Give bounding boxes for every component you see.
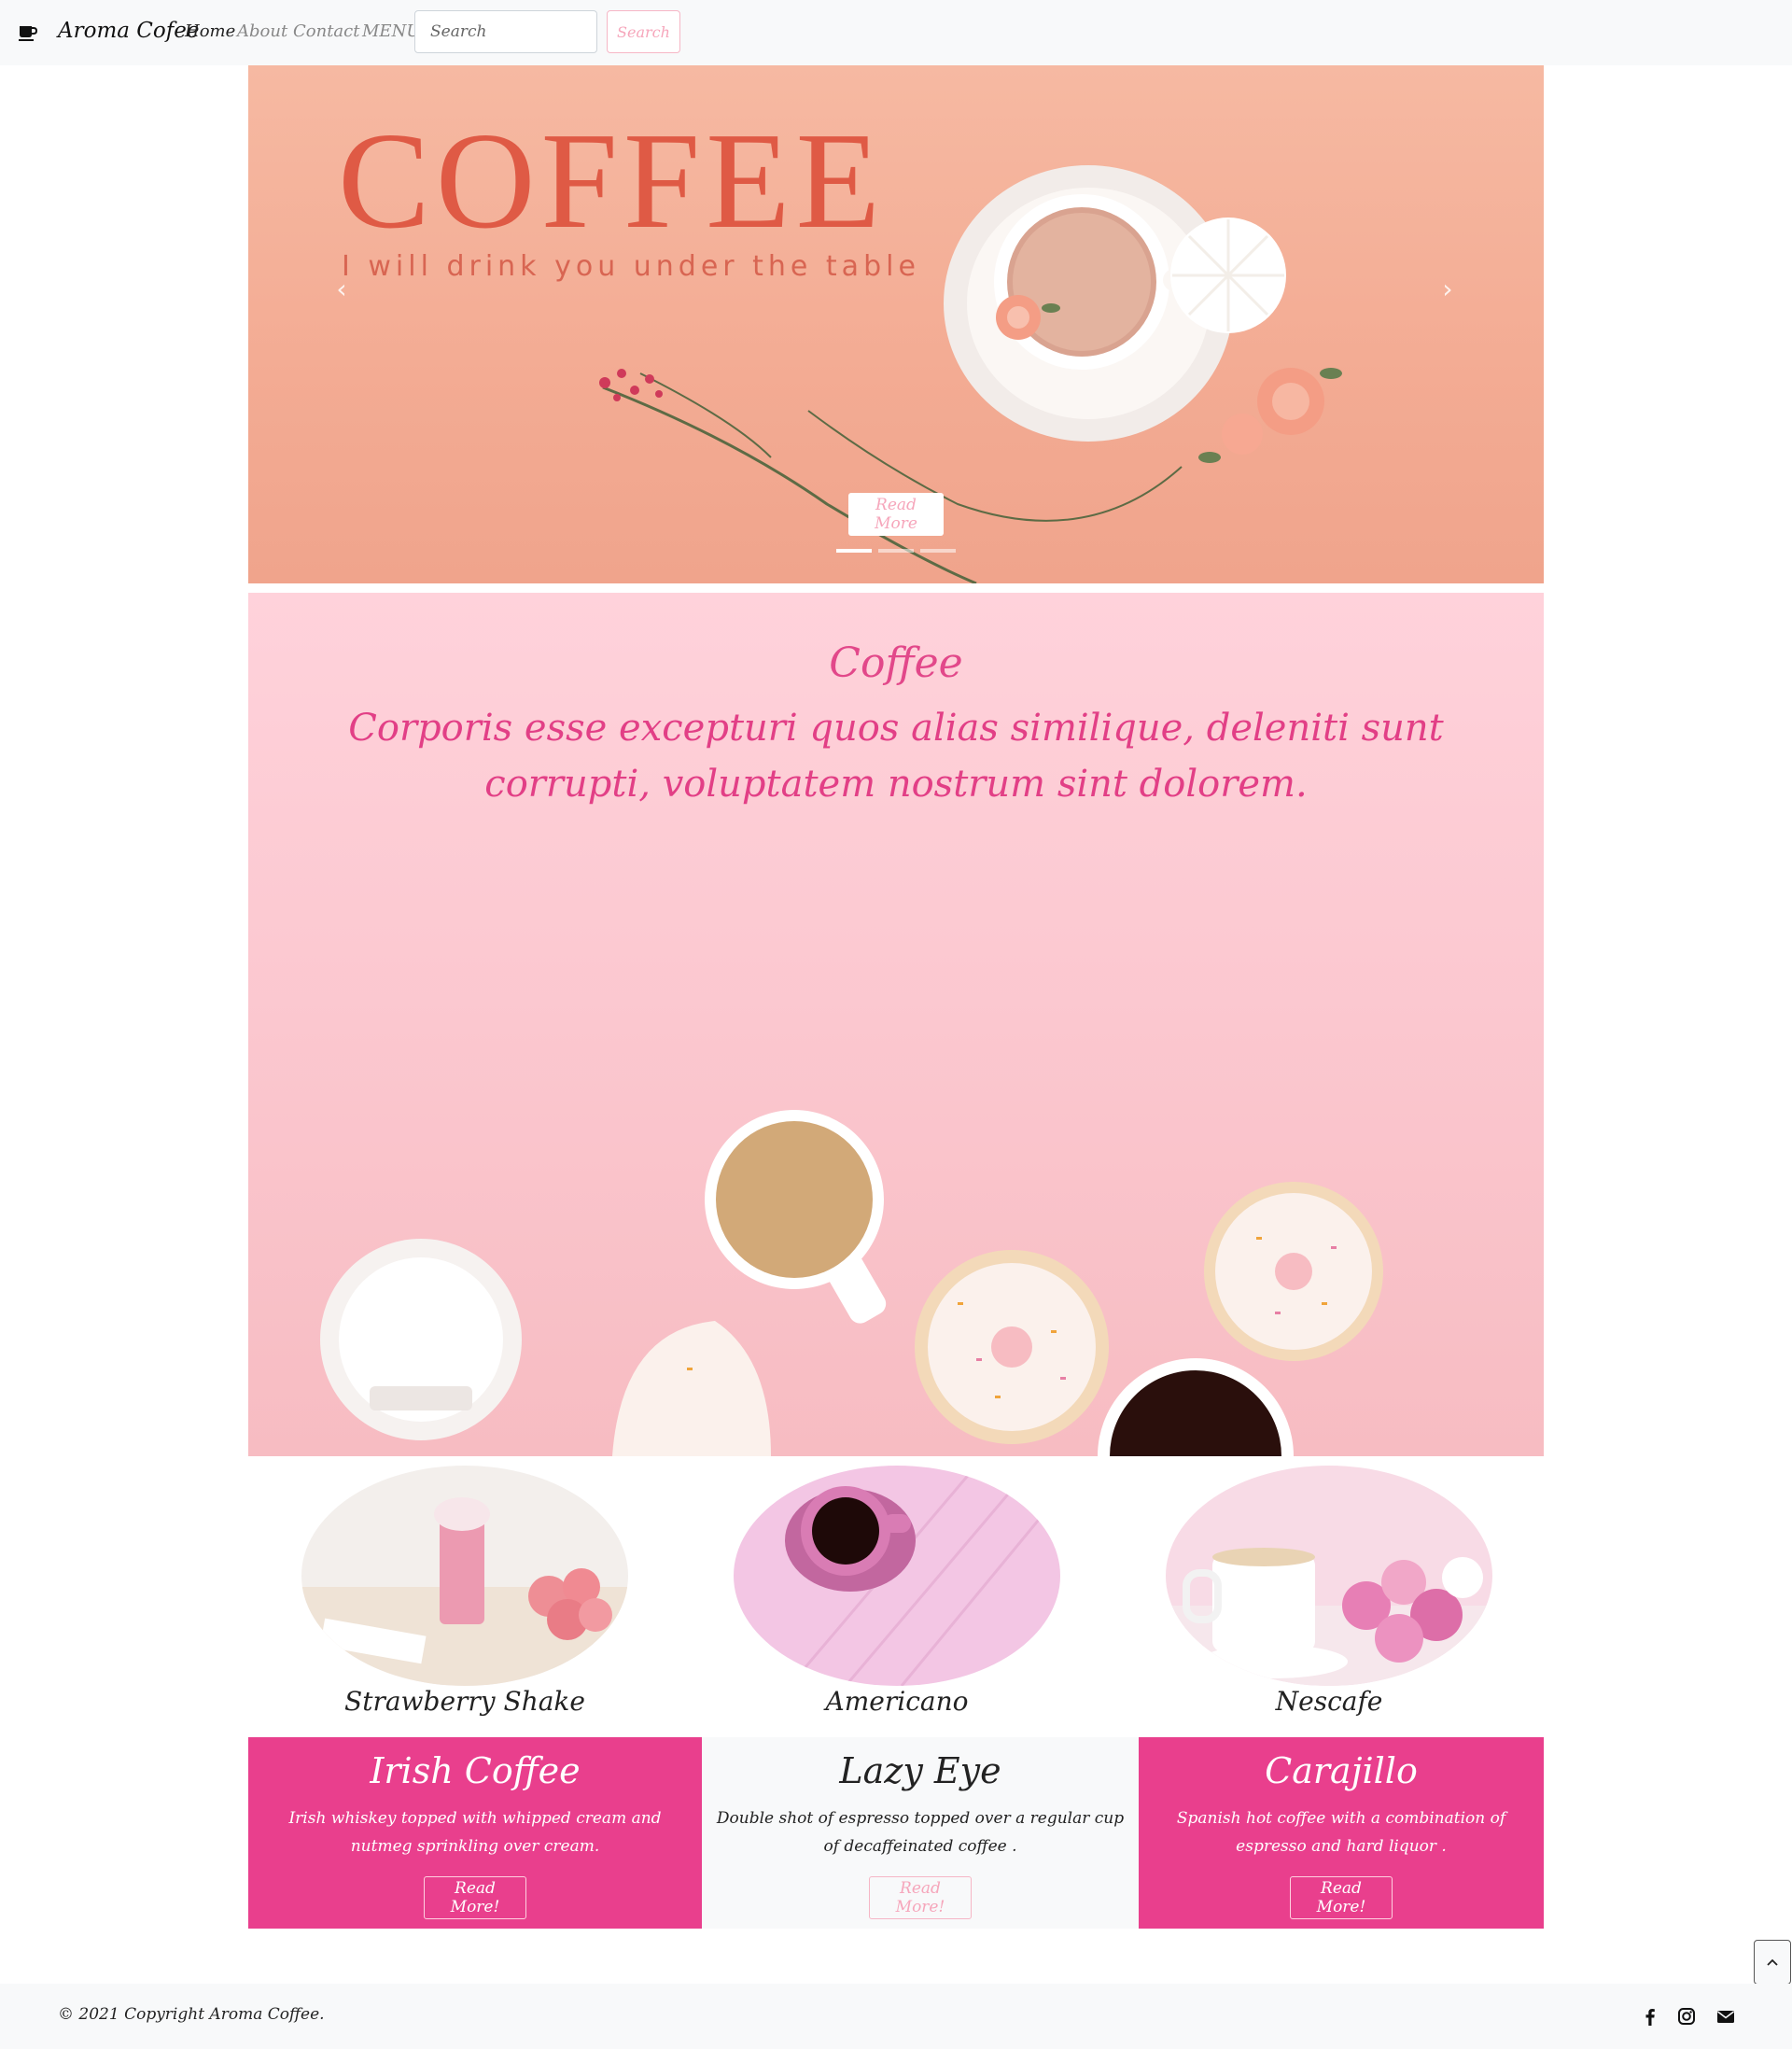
hero-carousel: COFFEE I will drink you under the table … <box>248 65 1544 583</box>
search-input[interactable] <box>414 10 597 53</box>
product-name: Strawberry Shake <box>344 1686 585 1717</box>
coffee-banner: Coffee Corporis esse excepturi quos alia… <box>248 593 1544 1456</box>
hero-title: COFFEE <box>338 105 887 258</box>
card-title: Lazy Eye <box>839 1750 1001 1791</box>
nav-about[interactable]: About <box>237 21 287 41</box>
card-description: Irish whiskey topped with whipped cream … <box>288 1809 662 1856</box>
card-title: Irish Coffee <box>370 1750 581 1791</box>
product-strawberry-shake[interactable]: Strawberry Shake <box>301 1466 628 1717</box>
copyright-text: © 2021 Copyright Aroma Coffee. <box>58 2005 325 2024</box>
instagram-icon[interactable] <box>1676 2006 1697 2027</box>
hero-subtitle: I will drink you under the table <box>342 250 920 283</box>
strawberry-shake-image <box>301 1466 628 1686</box>
product-americano[interactable]: Americano <box>734 1466 1060 1717</box>
chevron-up-icon <box>1767 1958 1778 1966</box>
nav-home[interactable]: Home <box>185 21 235 41</box>
facebook-icon[interactable] <box>1640 2006 1660 2027</box>
card-title: Carajillo <box>1265 1750 1418 1791</box>
carousel-indicator[interactable] <box>920 549 956 553</box>
product-name: Americano <box>825 1686 969 1717</box>
envelope-icon[interactable] <box>1715 2006 1736 2027</box>
search-button[interactable]: Search <box>607 10 680 53</box>
americano-image <box>734 1466 1060 1686</box>
banner-title: Coffee <box>829 639 963 687</box>
read-more-button[interactable]: Read More! <box>424 1876 526 1919</box>
nav-menu[interactable]: MENU <box>362 21 421 41</box>
card-description: Spanish hot coffee with a combination of… <box>1176 1809 1506 1856</box>
read-more-button[interactable]: Read More! <box>869 1876 972 1919</box>
navbar: Aroma Cofee Home About Contact MENU Sear… <box>0 0 1792 65</box>
product-name: Nescafe <box>1275 1686 1383 1717</box>
carousel-prev-icon[interactable]: ‹ <box>328 274 356 304</box>
brand-name[interactable]: Aroma Cofee <box>58 19 199 43</box>
card-carajillo: Carajillo Spanish hot coffee with a comb… <box>1139 1737 1544 1929</box>
card-description: Double shot of espresso topped over a re… <box>716 1809 1125 1856</box>
read-more-button[interactable]: Read More! <box>1290 1876 1393 1919</box>
carousel-indicator[interactable] <box>836 549 872 553</box>
card-irish-coffee: Irish Coffee Irish whiskey topped with w… <box>248 1737 702 1929</box>
nescafe-image <box>1166 1466 1492 1686</box>
banner-text: Corporis esse excepturi quos alias simil… <box>348 707 1444 806</box>
carousel-next-icon[interactable]: › <box>1434 274 1462 304</box>
footer: © 2021 Copyright Aroma Coffee. <box>0 1984 1792 2049</box>
nav-contact[interactable]: Contact <box>293 21 359 41</box>
carousel-indicators <box>836 549 956 553</box>
carousel-indicator[interactable] <box>878 549 914 553</box>
hero-read-more-button[interactable]: Read More <box>848 493 944 536</box>
product-nescafe[interactable]: Nescafe <box>1166 1466 1492 1717</box>
coffee-cup-icon[interactable] <box>19 24 37 41</box>
card-lazy-eye: Lazy Eye Double shot of espresso topped … <box>702 1737 1139 1929</box>
back-to-top-button[interactable] <box>1754 1940 1791 1985</box>
